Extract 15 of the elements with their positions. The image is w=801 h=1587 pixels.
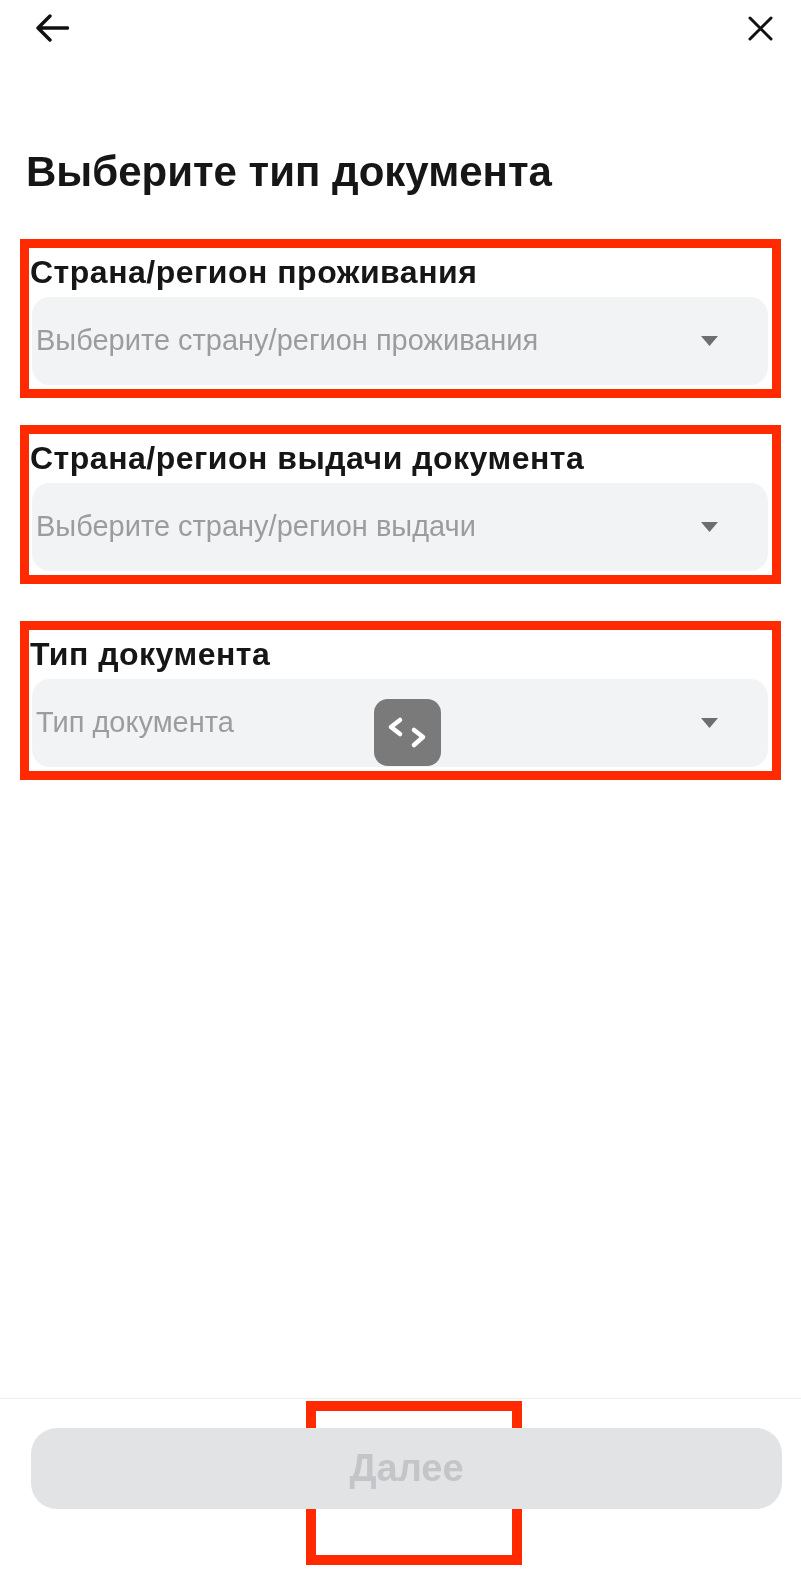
code-icon (374, 699, 441, 766)
field-label: Тип документа (29, 635, 271, 674)
field-label: Страна/регион проживания (29, 253, 478, 292)
arrow-left-icon (35, 14, 69, 42)
back-button[interactable] (35, 14, 69, 42)
page-title: Выберите тип документа (26, 148, 552, 196)
dropdown-field[interactable]: Тип документа (32, 679, 768, 767)
dropdown-field[interactable]: Выберите страну/регион выдачи (32, 483, 768, 571)
caret-down-icon (701, 336, 718, 346)
caret-down-icon (701, 718, 718, 728)
close-icon (748, 16, 773, 41)
close-button[interactable] (748, 16, 773, 41)
caret-down-icon (701, 522, 718, 532)
dropdown-field[interactable]: Выберите страну/регион проживания (32, 297, 768, 385)
field-label: Страна/регион выдачи документа (29, 439, 585, 478)
